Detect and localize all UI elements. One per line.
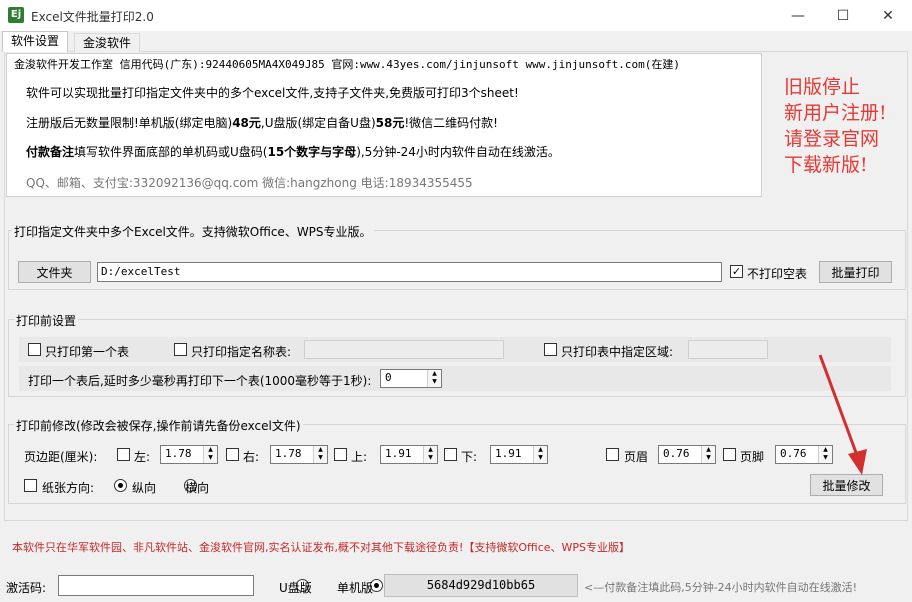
info-line-pricing: 注册版后无数量限制!单机版(绑定电脑)48元,U盘版(绑定自备U盘)58元!微信…: [26, 114, 498, 131]
delay-label: 打印一个表后,延时多少毫秒再打印下一个表(1000毫秒等于1秒):: [28, 374, 372, 388]
pricing-text-a: 注册版后无数量限制!单机版(绑定电脑): [26, 116, 233, 130]
price-usb: 58元: [375, 116, 405, 130]
margin-top-checkbox[interactable]: [334, 448, 347, 461]
annotation-arrow-icon: [818, 354, 867, 475]
usb-edition-label: U盘版: [279, 581, 312, 595]
stepper-arrows-icon[interactable]: ▲ ▼: [427, 370, 441, 387]
orientation-checkbox[interactable]: [24, 479, 37, 492]
named-sheet-checkbox[interactable]: [174, 343, 187, 356]
margin-bottom-stepper[interactable]: 1.91 ▲ ▼: [490, 445, 548, 464]
margin-left-value: 1.78: [165, 447, 192, 460]
delay-value: 0: [385, 371, 392, 384]
close-button[interactable]: ✕: [865, 0, 911, 31]
footer-label: 页脚: [740, 450, 765, 464]
machine-code: 5684d929d10bb65: [384, 574, 578, 597]
payment-code-format: 15个数字与字母: [267, 145, 357, 159]
footer-value: 0.76: [780, 447, 807, 460]
first-sheet-checkbox[interactable]: [28, 343, 41, 356]
notice-text: 旧版停止 新用户注册! 请登录官网 下载新版!: [784, 74, 887, 178]
region-checkbox[interactable]: [544, 343, 557, 356]
header-stepper[interactable]: 0.76 ▲ ▼: [658, 445, 716, 464]
minimize-button[interactable]: —: [775, 0, 821, 31]
header-checkbox[interactable]: [606, 448, 619, 461]
skip-blank-checkbox[interactable]: [730, 265, 743, 278]
margin-right-value: 1.78: [275, 447, 302, 460]
stepper-arrows-icon[interactable]: ▲ ▼: [313, 446, 327, 463]
margin-left-checkbox[interactable]: [117, 448, 130, 461]
landscape-label: 横向: [185, 481, 210, 495]
info-contact: QQ、邮箱、支付宝:332092136@qq.com 微信:hangzhong …: [26, 176, 473, 190]
named-sheet-input[interactable]: [304, 340, 504, 359]
pre-modify-title: 打印前修改(修改会被保存,操作前请先备份excel文件): [14, 417, 303, 434]
info-line-payment: 付款备注填写软件界面底部的单机码或U盘码(15个数字与字母),5分钟-24小时内…: [26, 143, 560, 160]
maximize-icon: ☐: [836, 7, 850, 24]
delay-stepper[interactable]: 0 ▲ ▼: [380, 369, 442, 388]
folder-path-input[interactable]: D:/excelTest: [97, 262, 722, 282]
machine-code-hint: <—付款备注填此码,5分钟-24小时内软件自动在线激活!: [584, 581, 858, 594]
tab-jinjun-software[interactable]: 金浚软件: [74, 33, 141, 52]
portrait-radio[interactable]: [114, 479, 127, 492]
stepper-arrows-icon[interactable]: ▲ ▼: [701, 446, 715, 463]
notice-line-4: 下载新版!: [784, 154, 868, 176]
window-title: Excel文件批量打印2.0: [31, 10, 154, 24]
pricing-text-e: !微信二维码付款!: [404, 116, 498, 130]
notice-line-3: 请登录官网: [784, 128, 880, 150]
minimize-icon: —: [791, 7, 805, 24]
margin-bottom-value: 1.91: [495, 447, 522, 460]
margin-top-label: 上:: [351, 450, 368, 464]
standalone-edition-label: 单机版: [337, 581, 374, 595]
close-icon: ✕: [882, 7, 894, 24]
payment-note-label: 付款备注: [26, 145, 75, 159]
stepper-arrows-icon[interactable]: ▲ ▼: [533, 446, 547, 463]
first-sheet-label: 只打印第一个表: [45, 345, 130, 359]
portrait-label: 纵向: [132, 481, 157, 495]
info-line-features: 软件可以实现批量打印指定文件夹中的多个excel文件,支持子文件夹,免费版可打印…: [26, 86, 519, 100]
info-header: 金浚软件开发工作室 信用代码(广东):92440605MA4X049J85 官网…: [14, 58, 680, 71]
margin-left-stepper[interactable]: 1.78 ▲ ▼: [160, 445, 218, 464]
margin-left-label: 左:: [134, 450, 151, 464]
print-group-title: 打印指定文件夹中多个Excel文件。支持微软Office、WPS专业版。: [12, 223, 374, 240]
margin-bottom-checkbox[interactable]: [444, 448, 457, 461]
header-label: 页眉: [624, 450, 649, 464]
orientation-label: 纸张方向:: [42, 481, 95, 495]
named-sheet-label: 只打印指定名称表:: [191, 345, 292, 359]
footer-checkbox[interactable]: [723, 448, 736, 461]
header-value: 0.76: [663, 447, 690, 460]
region-input[interactable]: [688, 340, 768, 359]
notice-line-1: 旧版停止: [784, 76, 861, 98]
maximize-button[interactable]: ☐: [820, 0, 866, 31]
skip-blank-label: 不打印空表: [747, 267, 808, 281]
app-icon: Ej: [8, 7, 24, 23]
activation-label: 激活码:: [6, 581, 47, 595]
margin-top-value: 1.91: [385, 447, 412, 460]
stepper-arrows-icon[interactable]: ▲ ▼: [423, 446, 437, 463]
pricing-text-c: ,U盘版(绑定自备U盘): [260, 116, 376, 130]
batch-print-button[interactable]: 批量打印: [819, 261, 892, 283]
payment-text-d: ),5分钟-24小时内软件自动在线激活。: [356, 145, 560, 159]
payment-text-b: 填写软件界面底部的单机码或U盘码(: [74, 145, 268, 159]
margin-right-stepper[interactable]: 1.78 ▲ ▼: [270, 445, 328, 464]
price-standalone: 48元: [232, 116, 261, 130]
folder-button[interactable]: 文件夹: [18, 261, 91, 283]
notice-line-2: 新用户注册!: [784, 102, 887, 124]
margin-bottom-label: 下:: [461, 450, 478, 464]
activation-code-input[interactable]: [58, 575, 254, 596]
stepper-arrows-icon[interactable]: ▲ ▼: [203, 446, 217, 463]
margin-right-label: 右:: [243, 450, 260, 464]
margin-right-checkbox[interactable]: [226, 448, 239, 461]
disclaimer-text: 本软件只在华军软件园、非凡软件站、金浚软件官网,实名认证发布,概不对其他下载途径…: [12, 541, 630, 554]
tab-software-settings[interactable]: 软件设置: [2, 31, 69, 52]
margin-top-stepper[interactable]: 1.91 ▲ ▼: [380, 445, 438, 464]
pre-print-title: 打印前设置: [14, 312, 79, 329]
margin-label: 页边距(厘米):: [24, 450, 98, 464]
region-label: 只打印表中指定区域:: [561, 345, 674, 359]
